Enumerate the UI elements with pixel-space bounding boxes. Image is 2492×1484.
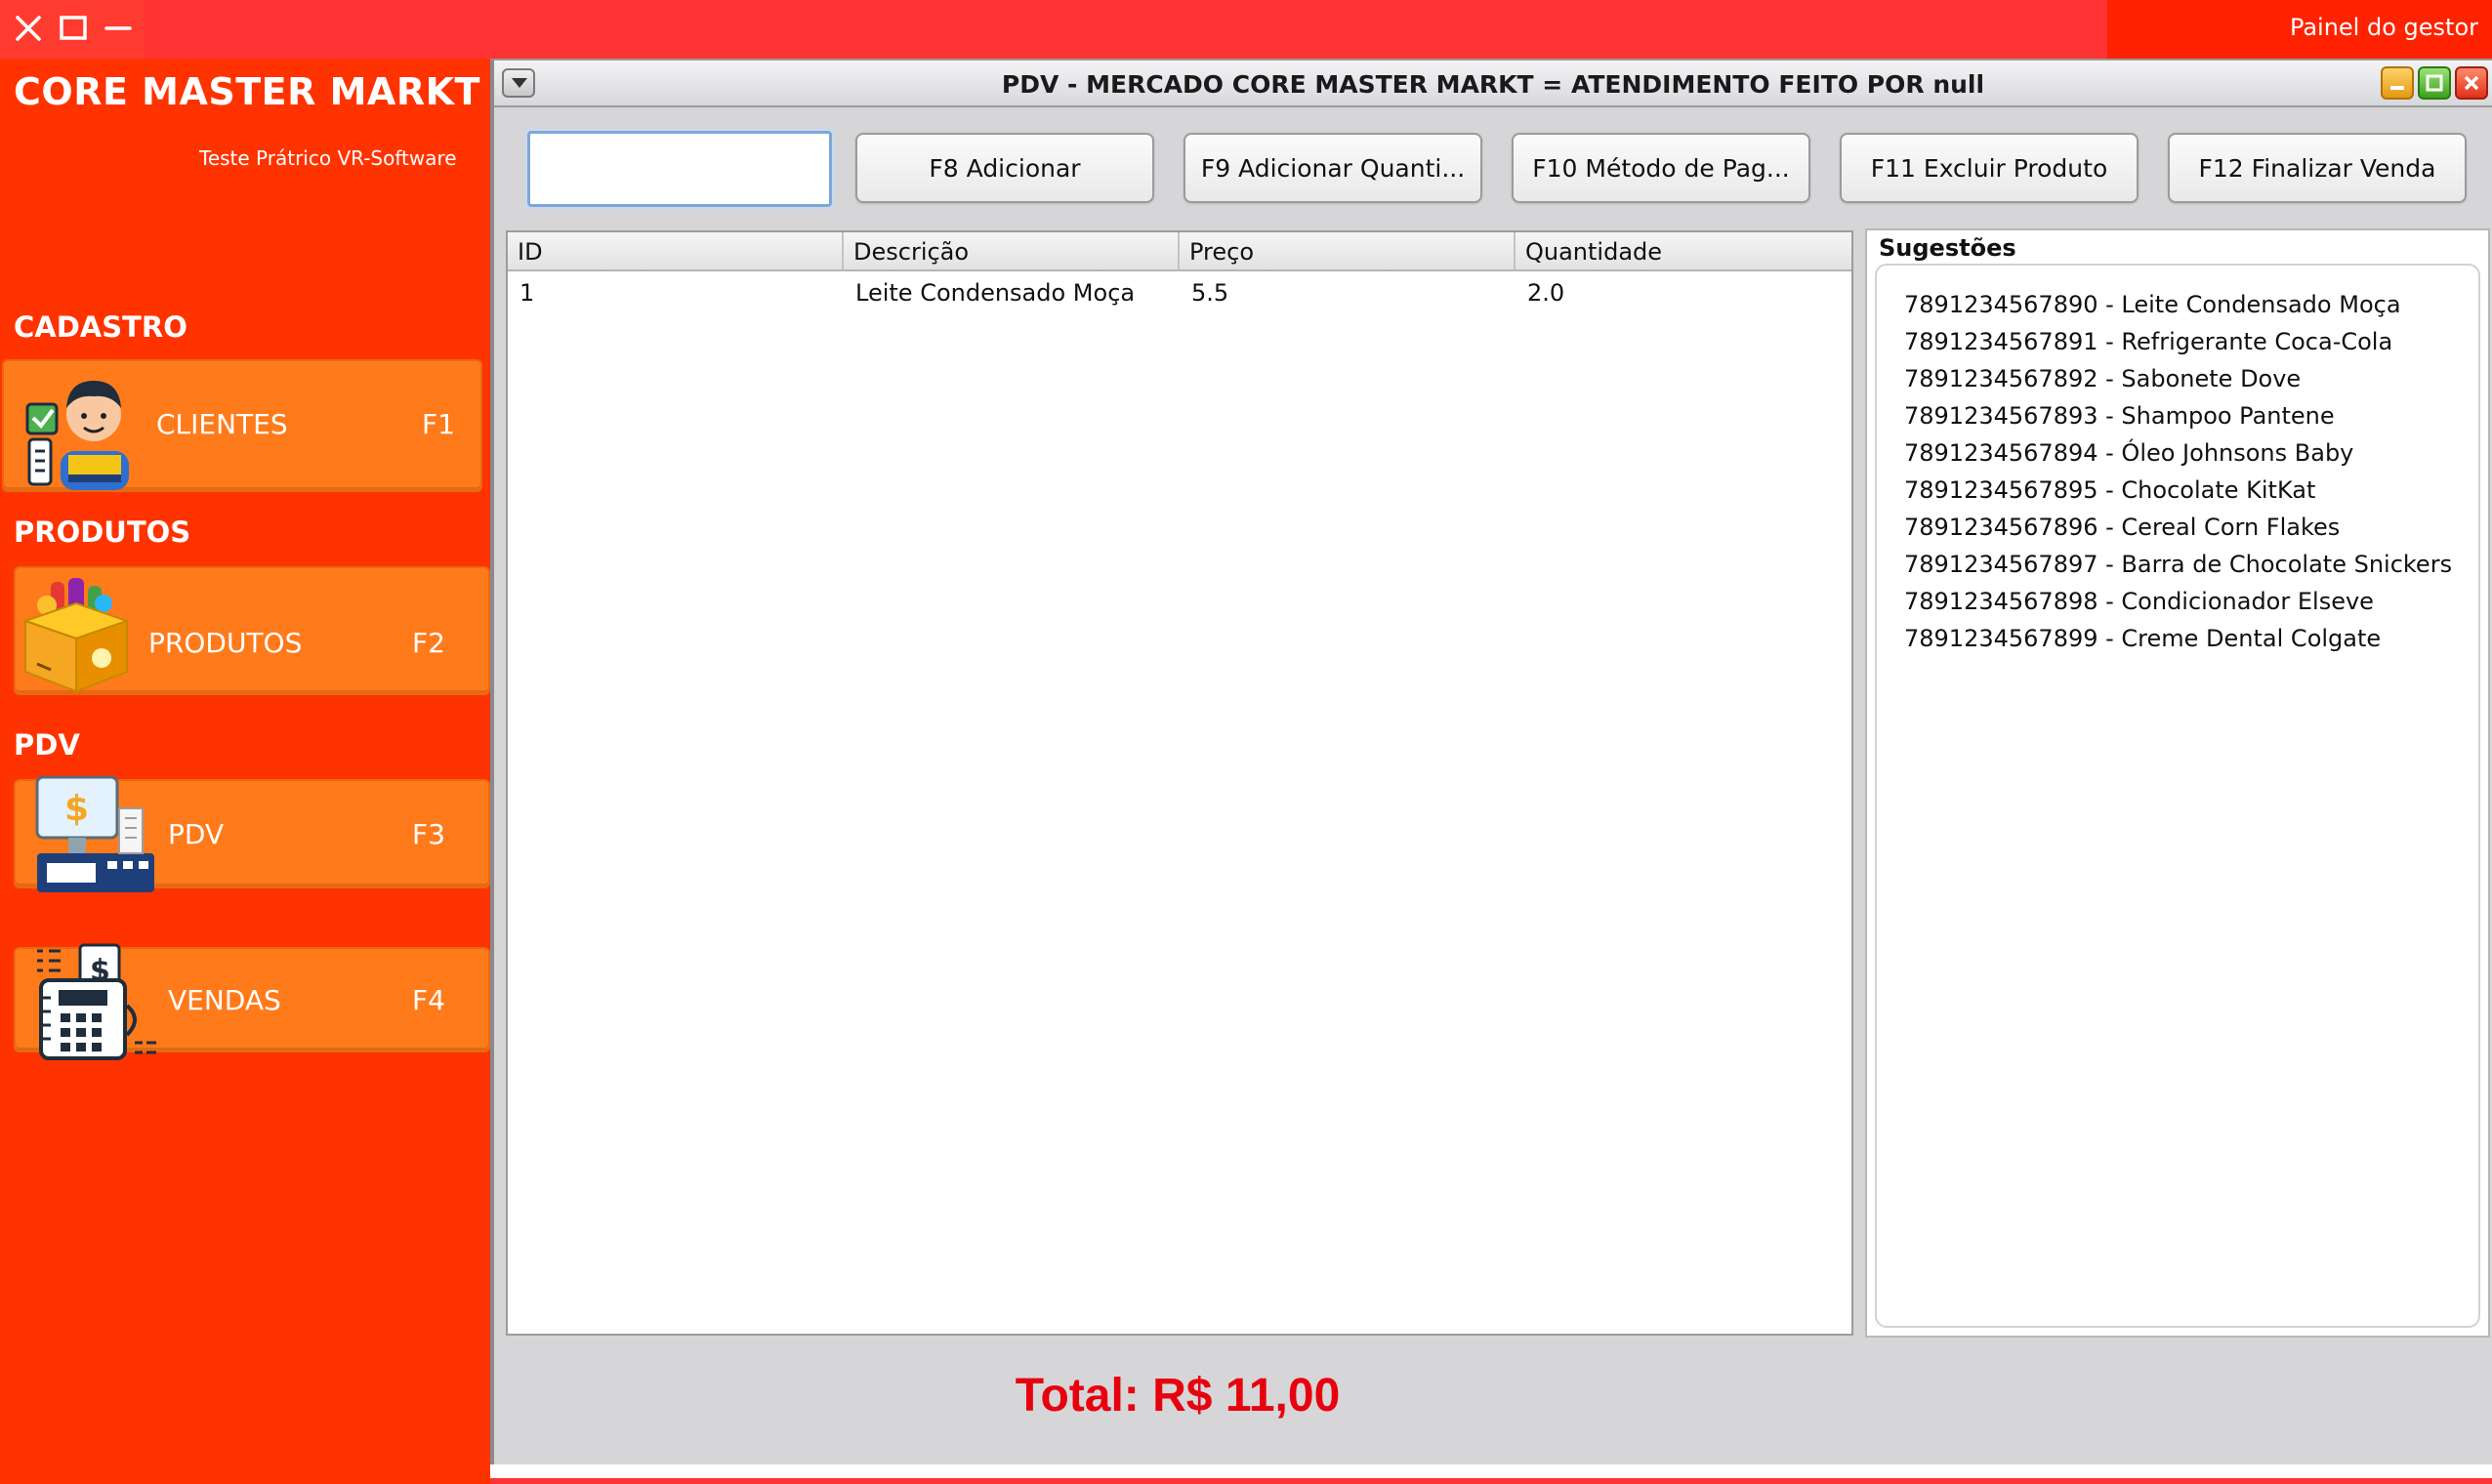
table-header: ID Descrição Preço Quantidade [508, 232, 1851, 271]
suggestion-item[interactable]: 7891234567891 - Refrigerante Coca-Cola [1904, 328, 2392, 355]
pdv-shortcut: F3 [412, 818, 445, 850]
product-code-input[interactable] [530, 134, 829, 204]
suggestion-item[interactable]: 7891234567892 - Sabonete Dove [1904, 365, 2301, 392]
pdv-window: PDV - MERCADO CORE MASTER MARKT = ATENDI… [490, 59, 2492, 1464]
finish-sale-button[interactable]: F12 Finalizar Venda [2168, 133, 2467, 203]
column-header-preco[interactable]: Preço [1180, 232, 1516, 269]
clientes-label: CLIENTES [156, 408, 288, 440]
suggestion-item[interactable]: 7891234567894 - Óleo Johnsons Baby [1904, 439, 2353, 467]
maximize-window-icon[interactable] [2418, 66, 2451, 100]
add-button[interactable]: F8 Adicionar [855, 133, 1154, 203]
column-header-quantidade[interactable]: Quantidade [1516, 232, 1853, 269]
table-row[interactable]: 1 Leite Condensado Moça 5.5 2.0 [508, 273, 1851, 312]
pdv-label: PDV [168, 818, 225, 850]
suggestion-item[interactable]: 7891234567893 - Shampoo Pantene [1904, 402, 2335, 430]
cell-id: 1 [519, 279, 535, 307]
column-header-descricao[interactable]: Descrição [844, 232, 1180, 269]
section-produtos: PRODUTOS [14, 515, 191, 549]
minimize-window-icon[interactable] [2381, 66, 2414, 100]
suggestion-item[interactable]: 7891234567899 - Creme Dental Colgate [1904, 625, 2381, 652]
product-code-input-wrapper [527, 131, 832, 207]
cart-table: ID Descrição Preço Quantidade 1 Leite Co… [506, 230, 1853, 1336]
produtos-shortcut: F2 [412, 627, 445, 659]
close-icon[interactable] [12, 12, 45, 45]
remove-product-button[interactable]: F11 Excluir Produto [1840, 133, 2139, 203]
pdv-window-titlebar[interactable]: PDV - MERCADO CORE MASTER MARKT = ATENDI… [494, 61, 2492, 107]
suggestion-item[interactable]: 7891234567896 - Cereal Corn Flakes [1904, 514, 2340, 541]
vendas-button[interactable]: $ VENDAS F4 [14, 943, 490, 1060]
app-title: CORE MASTER MARKT [14, 70, 480, 113]
maximize-icon[interactable] [57, 12, 90, 45]
close-window-icon[interactable] [2455, 66, 2488, 100]
suggestions-title: Sugestões [1879, 234, 2016, 262]
window-bottom-accent [490, 1478, 2492, 1484]
cell-descricao: Leite Condensado Moça [855, 279, 1136, 307]
suggestions-list: 7891234567890 - Leite Condensado Moça 78… [1875, 264, 2480, 1328]
pdv-button[interactable]: $ PDV F3 [14, 775, 490, 892]
column-header-id[interactable]: ID [508, 232, 844, 269]
total-amount: Total: R$ 11,00 [1015, 1370, 1341, 1422]
suggestion-item[interactable]: 7891234567898 - Condicionador Elseve [1904, 588, 2374, 615]
customer-icon [23, 365, 146, 494]
section-pdv: PDV [14, 728, 80, 762]
app-subtitle: Teste Prátrico VR-Software [199, 146, 457, 170]
vendas-label: VENDAS [168, 984, 281, 1016]
clientes-button[interactable]: CLIENTES F1 [2, 359, 482, 492]
sidebar: CORE MASTER MARKT Teste Prátrico VR-Soft… [0, 59, 490, 1484]
vendas-shortcut: F4 [412, 984, 445, 1016]
pdv-window-title: PDV - MERCADO CORE MASTER MARKT = ATENDI… [1001, 70, 1985, 99]
cell-preco: 5.5 [1191, 279, 1229, 307]
clientes-shortcut: F1 [422, 408, 455, 440]
suggestion-item[interactable]: 7891234567895 - Chocolate KitKat [1904, 476, 2315, 504]
suggestions-panel: Sugestões 7891234567890 - Leite Condensa… [1865, 228, 2490, 1338]
add-quantity-button[interactable]: F9 Adicionar Quanti... [1184, 133, 1482, 203]
section-cadastro: CADASTRO [14, 310, 187, 344]
cash-register-icon: $ [33, 775, 158, 900]
payment-method-button[interactable]: F10 Método de Pag... [1512, 133, 1810, 203]
manager-panel-link[interactable]: Painel do gestor [2290, 14, 2478, 41]
product-box-icon [18, 578, 135, 697]
suggestion-item[interactable]: 7891234567897 - Barra de Chocolate Snick… [1904, 551, 2452, 578]
sales-terminal-icon: $ [33, 941, 160, 1066]
minimize-icon[interactable] [102, 12, 135, 45]
produtos-label: PRODUTOS [148, 627, 303, 659]
suggestion-item[interactable]: 7891234567890 - Leite Condensado Moça [1904, 291, 2401, 318]
svg-text:$: $ [64, 789, 89, 829]
title-bar: Painel do gestor [0, 0, 2492, 59]
cell-quantidade: 2.0 [1527, 279, 1565, 307]
produtos-button[interactable]: PRODUTOS F2 [14, 566, 490, 695]
